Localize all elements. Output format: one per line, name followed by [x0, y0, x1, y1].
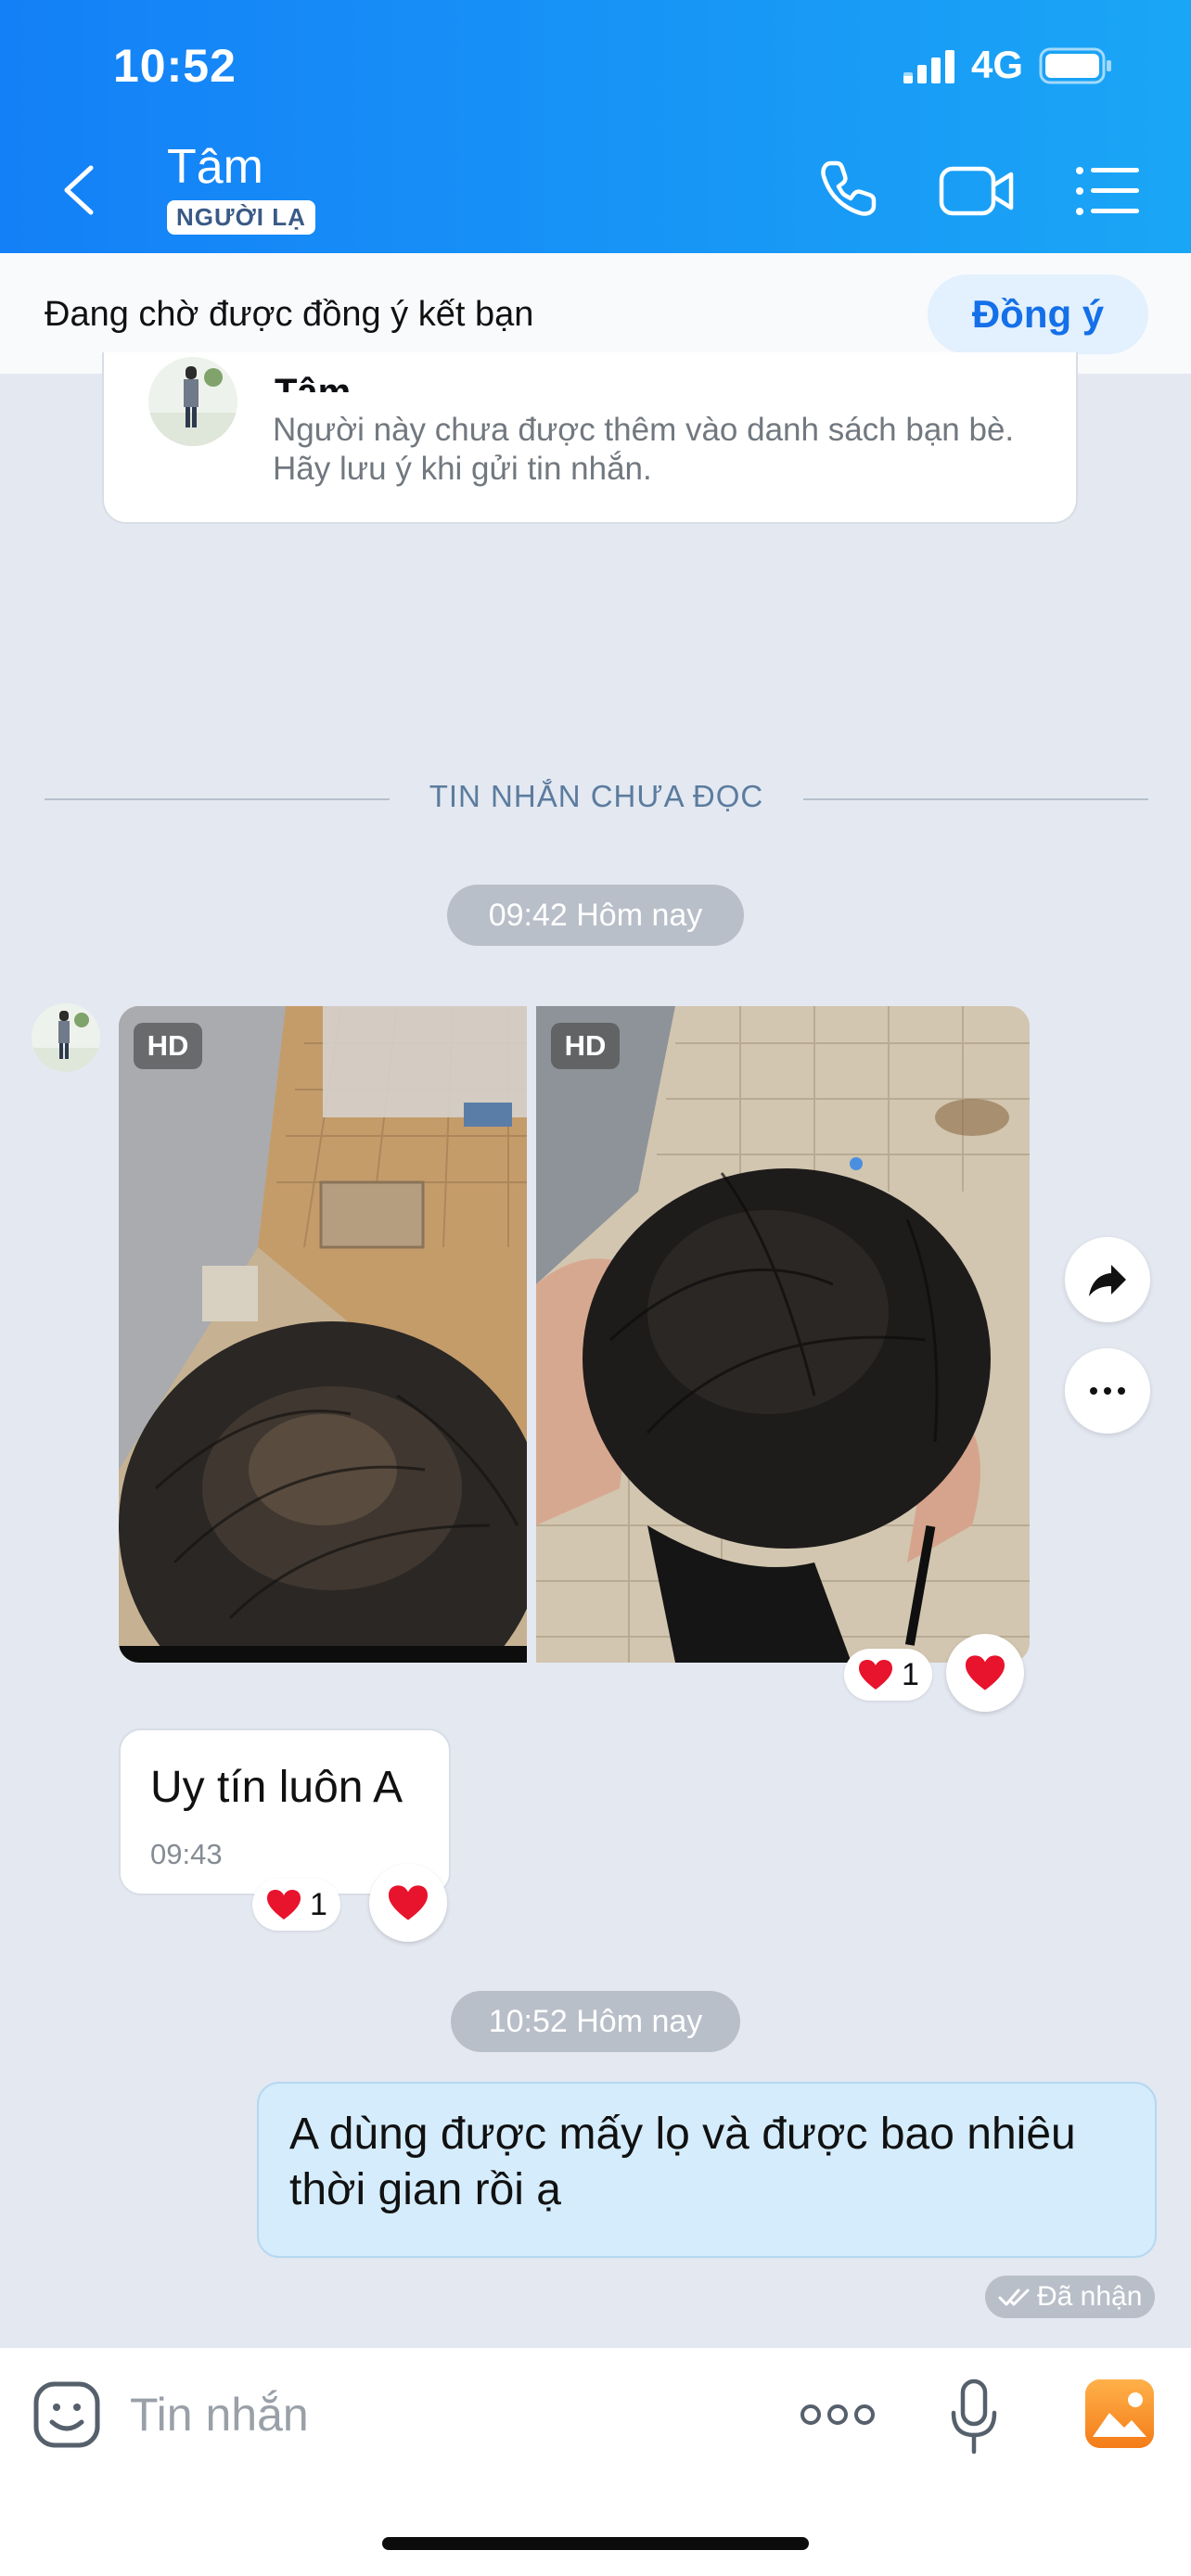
reaction-count: 1	[310, 1886, 327, 1922]
heart-icon	[267, 1890, 301, 1919]
ellipsis-icon	[1090, 1387, 1125, 1395]
battery-icon	[1039, 47, 1111, 84]
heart-icon	[966, 1655, 1005, 1690]
divider-line	[45, 798, 390, 800]
menu-icon[interactable]	[1074, 165, 1141, 217]
network-type: 4G	[971, 43, 1024, 86]
message-input[interactable]	[130, 2385, 649, 2444]
reaction-summary[interactable]: 1	[252, 1879, 340, 1931]
react-button[interactable]	[369, 1864, 447, 1942]
double-check-icon	[998, 2289, 1030, 2306]
video-call-icon[interactable]	[939, 161, 1015, 221]
status-time: 10:52	[113, 40, 237, 92]
forward-icon	[1089, 1265, 1126, 1296]
friend-request-text: Đang chờ được đồng ý kết bạn	[45, 295, 534, 334]
reaction-summary[interactable]: 1	[844, 1649, 932, 1701]
info-card-description: Người này chưa được thêm vào danh sách b…	[273, 412, 1015, 487]
info-card-name: Tâm	[275, 372, 352, 392]
heart-icon	[859, 1660, 892, 1690]
home-indicator	[382, 2537, 809, 2550]
image-gallery-icon[interactable]	[1083, 2378, 1156, 2450]
chat-screen: 10:52 4G Tâm NGƯỜI LẠ Đang chờ được đồng…	[0, 0, 1191, 2576]
back-icon[interactable]	[56, 162, 104, 218]
contact-name[interactable]: Tâm	[167, 139, 263, 195]
sticker-icon[interactable]	[32, 2379, 102, 2450]
accept-friend-button[interactable]: Đồng ý	[928, 274, 1148, 354]
heart-icon	[389, 1885, 428, 1920]
phone-icon[interactable]	[816, 158, 879, 221]
message-photo[interactable]	[536, 1006, 1030, 1663]
signal-icon	[903, 50, 954, 83]
delivery-status-text: Đã nhận	[1037, 2281, 1143, 2312]
incoming-message-text: Uy tín luôn A	[150, 1763, 403, 1812]
hd-badge: HD	[551, 1023, 620, 1069]
message-timestamp: 09:43	[150, 1838, 223, 1870]
sender-avatar[interactable]	[32, 1003, 100, 1072]
reaction-count: 1	[902, 1656, 919, 1692]
more-actions-icon[interactable]	[800, 2396, 876, 2433]
outgoing-message-text: A dùng được mấy lọ và được bao nhiêu thờ…	[289, 2110, 1076, 2214]
date-separator: 10:52 Hôm nay	[451, 1991, 740, 2052]
react-button[interactable]	[946, 1634, 1024, 1712]
delivery-status-badge: Đã nhận	[985, 2276, 1156, 2318]
date-separator: 09:42 Hôm nay	[447, 885, 744, 946]
chat-header: 10:52 4G Tâm NGƯỜI LẠ	[0, 0, 1191, 253]
unread-divider-label: TIN NHẮN CHƯA ĐỌC	[429, 779, 764, 813]
more-options-button[interactable]	[1065, 1348, 1150, 1434]
message-photo[interactable]	[119, 1006, 527, 1663]
share-button[interactable]	[1065, 1237, 1150, 1322]
avatar	[148, 357, 237, 446]
hd-badge: HD	[134, 1023, 202, 1069]
microphone-icon[interactable]	[948, 2378, 1000, 2455]
stranger-badge: NGƯỜI LẠ	[167, 200, 315, 235]
divider-line	[803, 798, 1148, 800]
